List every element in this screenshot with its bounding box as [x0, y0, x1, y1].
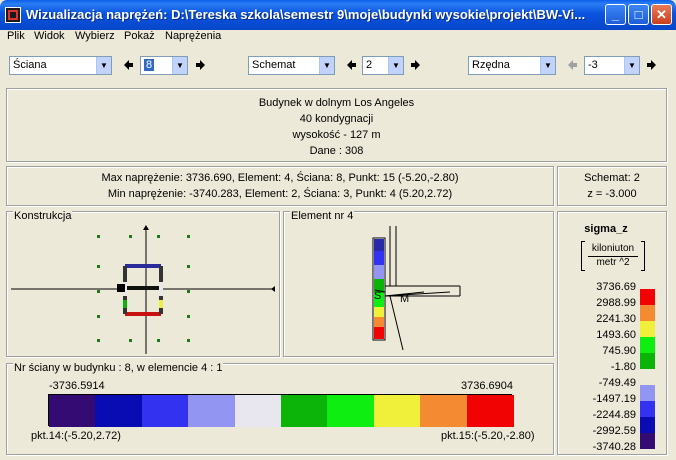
close-button[interactable]: ✕ [651, 4, 672, 25]
next-schemat-button[interactable] [409, 56, 423, 75]
structure-plan [11, 225, 275, 354]
menu-plik[interactable]: Plik [7, 30, 25, 42]
arrow-right-icon [411, 60, 420, 70]
wall-max-value: 3736.6904 [461, 380, 513, 392]
unit-bracket: kiloniuton metr ^2 [581, 241, 645, 271]
color-bar-cell [281, 395, 328, 427]
arrow-left-icon [568, 60, 577, 70]
chevron-down-icon[interactable]: ▼ [624, 57, 639, 74]
legend-value: 2241.30 [596, 313, 636, 325]
z-level-text: z = -3.000 [587, 188, 637, 200]
element-type-select[interactable]: Ściana ▼ [9, 56, 112, 75]
legend-value: 1493.60 [596, 329, 636, 341]
min-stress-text: Min naprężenie: -3740.283, Element: 2, Ś… [107, 188, 453, 200]
color-bar-cell [188, 395, 236, 427]
legend-swatch [640, 401, 655, 417]
legend-value: -1497.19 [592, 393, 636, 405]
color-bar-cell [141, 395, 189, 427]
menu-pokaz[interactable]: Pokaż [124, 30, 155, 42]
color-bar-cell [373, 395, 421, 427]
right-point-label: pkt.15:(-5.20,-2.80) [441, 430, 535, 442]
schemat-select[interactable]: Schemat ▼ [248, 56, 335, 75]
legend-swatch [640, 289, 655, 305]
building-data: Dane : 308 [309, 145, 364, 157]
menu-widok[interactable]: Widok [34, 30, 65, 42]
element-view [372, 226, 461, 351]
chevron-down-icon[interactable]: ▼ [172, 57, 187, 74]
building-name: Budynek w dolnym Los Angeles [258, 97, 415, 109]
stress-info-panel: Max naprężenie: 3736.690, Element: 4, Śc… [6, 166, 554, 206]
left-point-label: pkt.14:(-5.20,2.72) [31, 430, 121, 442]
schemat-info-panel: Schemat: 2 z = -3.000 [557, 166, 667, 206]
prev-rzedna-button[interactable] [565, 56, 579, 75]
legend-swatch [640, 417, 655, 433]
point-m-label: M [400, 293, 410, 305]
color-bar-cell [420, 395, 468, 427]
arrow-left-icon [347, 60, 356, 70]
legend-value: 745.90 [602, 345, 636, 357]
building-core [117, 264, 163, 316]
legend-value: -2992.59 [592, 425, 636, 437]
prev-element-button[interactable] [121, 56, 135, 75]
app-icon [5, 7, 21, 23]
color-bar-cell [234, 395, 282, 427]
color-bar-cell [466, 395, 514, 427]
wall-title: Nr ściany w budynku : 8, w elemencie 4 :… [13, 362, 224, 374]
stress-color-bar [48, 394, 514, 427]
rzedna-value-select[interactable]: -3 ▼ [584, 56, 640, 75]
legend-swatch [640, 321, 655, 337]
menu-wybierz[interactable]: Wybierz [75, 30, 115, 42]
arrow-left-icon [124, 60, 133, 70]
legend-swatch [640, 385, 655, 401]
schemat-value-select[interactable]: 2 ▼ [362, 56, 404, 75]
legend-title: sigma_z [584, 223, 628, 235]
element-number-select[interactable]: 8 ▼ [140, 56, 188, 75]
legend-swatch [640, 305, 655, 321]
color-bar-cell [49, 395, 96, 427]
schemat-text: Schemat: 2 [584, 172, 640, 184]
prev-schemat-button[interactable] [344, 56, 358, 75]
chevron-down-icon[interactable]: ▼ [96, 57, 111, 74]
element-panel: Element nr 4 S M [283, 210, 554, 357]
unit-bottom: metr ^2 [596, 257, 630, 268]
legend-value: -749.49 [598, 377, 636, 389]
rzedna-select[interactable]: Rzędna ▼ [468, 56, 556, 75]
legend-panel: sigma_z kiloniuton metr ^2 3736.69 2988.9… [557, 211, 667, 455]
next-element-button[interactable] [194, 56, 208, 75]
legend-value: -3740.28 [592, 441, 636, 453]
arrow-right-icon [647, 60, 656, 70]
menu-bar: Plik Widok Wybierz Pokaż Naprężenia [0, 30, 676, 46]
building-height: wysokość - 127 m [292, 129, 381, 141]
building-floors: 40 kondygnacji [299, 113, 374, 125]
chevron-down-icon[interactable]: ▼ [319, 57, 334, 74]
menu-naprezenia[interactable]: Naprężenia [165, 30, 221, 42]
legend-swatch [640, 337, 655, 353]
maximize-button[interactable]: □ [628, 4, 649, 25]
toolbar: Ściana ▼ 8 ▼ Schemat ▼ 2 ▼ Rzędna ▼ -3 ▼ [0, 46, 676, 82]
max-stress-text: Max naprężenie: 3736.690, Element: 4, Śc… [101, 172, 459, 184]
x-axis-arrow-icon [271, 286, 275, 292]
konstrukcja-panel: Konstrukcja [6, 210, 280, 357]
next-rzedna-button[interactable] [645, 56, 659, 75]
title-bar: Wizualizacja naprężeń: D:\Tereska szkola… [0, 0, 676, 30]
arrow-right-icon [196, 60, 205, 70]
legend-value: 3736.69 [596, 281, 636, 293]
color-bar-cell [95, 395, 143, 427]
legend-value: 2988.99 [596, 297, 636, 309]
minimize-button[interactable]: _ [605, 4, 626, 25]
wall-stress-panel: Nr ściany w budynku : 8, w elemencie 4 :… [6, 362, 554, 455]
chevron-down-icon[interactable]: ▼ [540, 57, 555, 74]
legend-swatch [640, 433, 655, 449]
chevron-down-icon[interactable]: ▼ [388, 57, 403, 74]
legend-value: -2244.89 [592, 409, 636, 421]
legend-swatch [640, 353, 655, 369]
point-s-label: S [374, 290, 382, 302]
window-title: Wizualizacja naprężeń: D:\Tereska szkola… [26, 7, 586, 22]
y-axis-arrow-icon [143, 225, 149, 230]
wall-min-value: -3736.5914 [49, 380, 105, 392]
building-info-panel: Budynek w dolnym Los Angeles 40 kondygna… [6, 88, 667, 162]
legend-value: -1.80 [610, 361, 636, 373]
unit-top: kiloniuton [591, 243, 635, 254]
color-bar-cell [327, 395, 375, 427]
